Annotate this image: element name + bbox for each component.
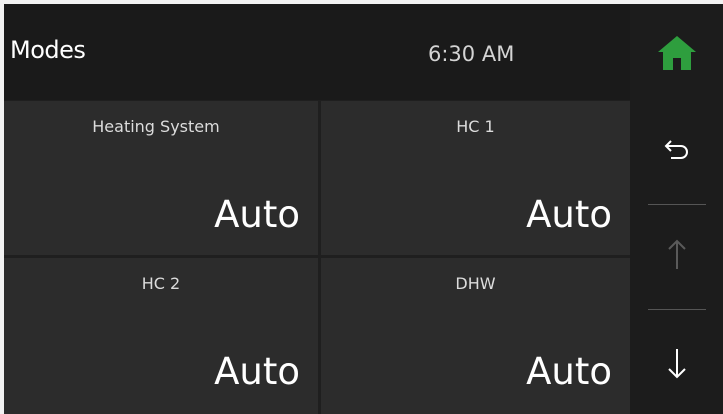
nav-sidebar (630, 4, 723, 414)
header-bar: Modes 6:30 AM (4, 4, 630, 100)
home-button[interactable] (630, 22, 723, 84)
separator (648, 204, 706, 205)
separator (648, 309, 706, 310)
back-button[interactable] (630, 122, 723, 182)
back-arrow-icon (664, 140, 688, 159)
tile-hc-2[interactable]: HC 2 Auto (4, 258, 318, 414)
down-arrow-icon (667, 349, 686, 379)
tile-heating-system[interactable]: Heating System Auto (4, 101, 318, 255)
tile-dhw[interactable]: DHW Auto (321, 258, 630, 414)
clock-time: 6:30 AM (428, 42, 515, 66)
tile-label: DHW (455, 274, 496, 293)
tile-label: Heating System (92, 117, 220, 136)
home-icon (657, 36, 696, 70)
scroll-down-button[interactable] (630, 334, 723, 394)
tile-label: HC 2 (141, 274, 181, 293)
tile-hc-1[interactable]: HC 1 Auto (321, 101, 630, 255)
modes-screen: Modes 6:30 AM Heating System Auto HC 1 A… (4, 4, 723, 414)
scroll-up-button[interactable] (630, 224, 723, 284)
tile-value: Auto (526, 193, 612, 236)
tile-label: HC 1 (456, 117, 495, 136)
tile-value: Auto (526, 350, 612, 393)
up-arrow-icon (667, 239, 686, 269)
page-title: Modes (10, 36, 86, 64)
tile-value: Auto (214, 350, 300, 393)
tile-value: Auto (214, 193, 300, 236)
